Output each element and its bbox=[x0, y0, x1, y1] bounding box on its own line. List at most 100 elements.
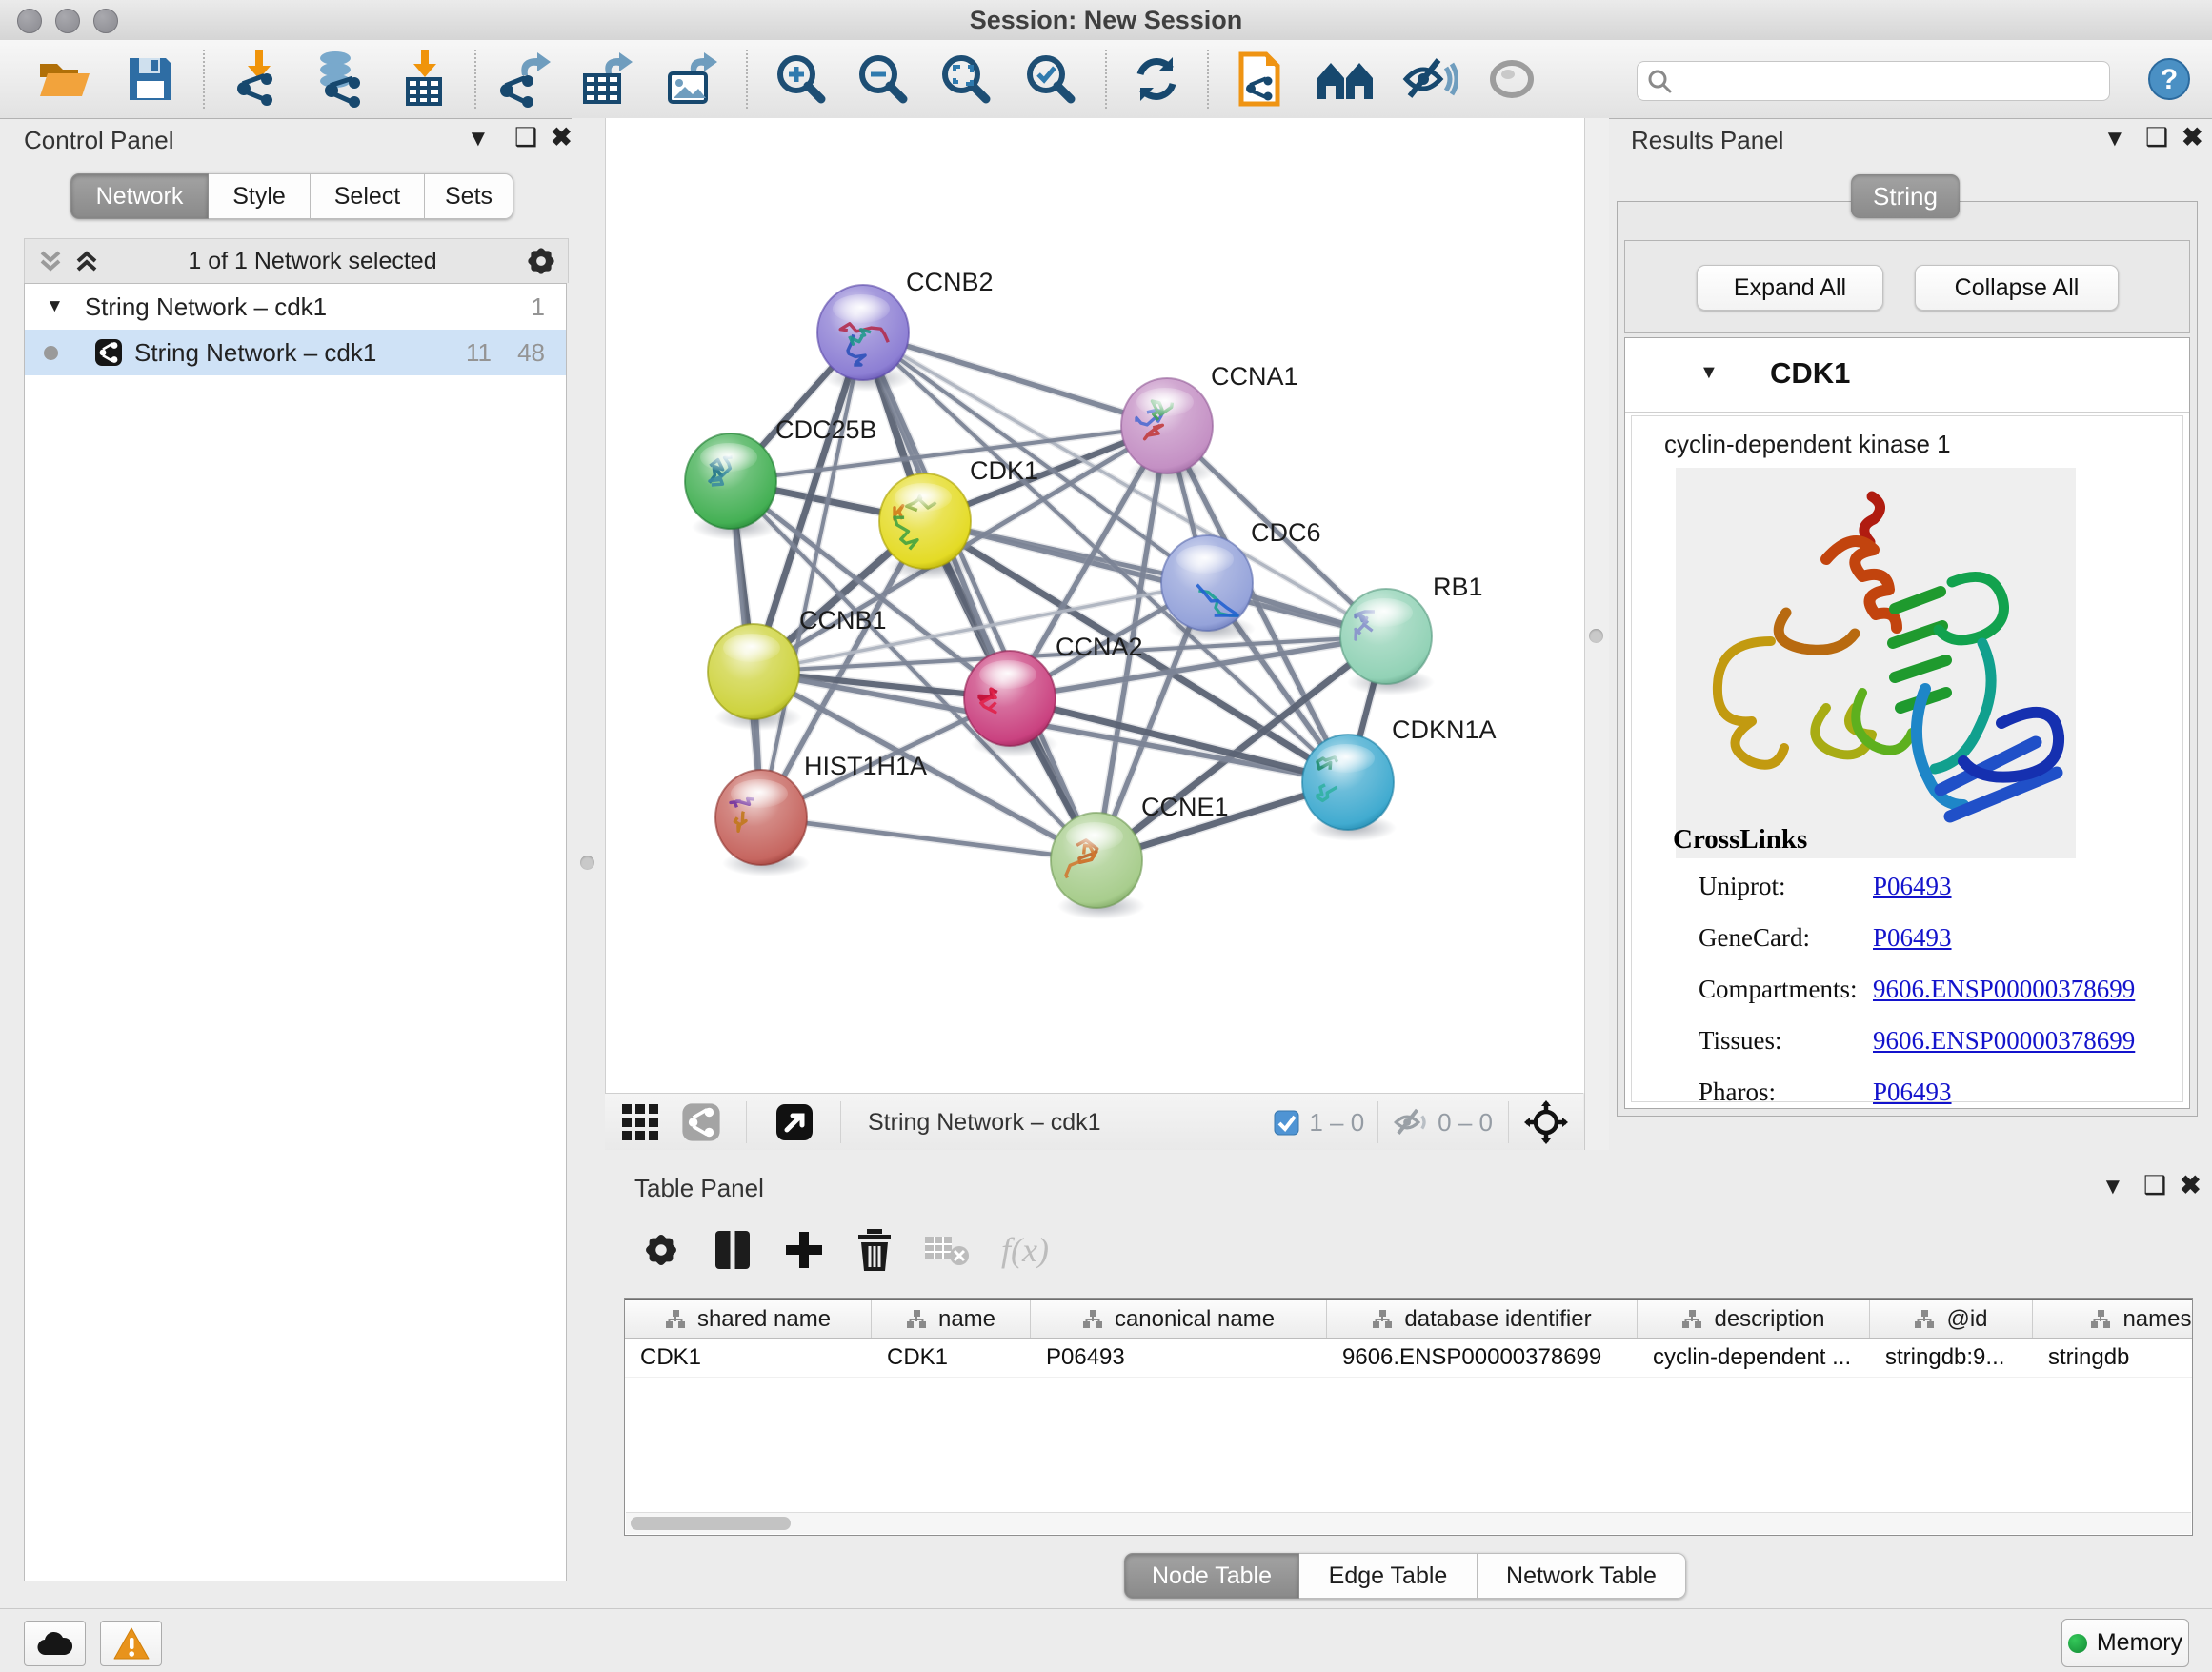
tab-network[interactable]: Network bbox=[70, 173, 209, 219]
table-panel-collapse-icon[interactable]: ▼ bbox=[2101, 1176, 2124, 1199]
right-splitter-grip[interactable] bbox=[1589, 629, 1603, 643]
table-cell[interactable]: CDK1 bbox=[872, 1339, 1031, 1377]
control-panel-collapse-icon[interactable]: ▼ bbox=[467, 128, 490, 151]
table-cell[interactable]: 9606.ENSP00000378699 bbox=[1327, 1339, 1638, 1377]
left-splitter-grip[interactable] bbox=[580, 856, 594, 870]
warnings-button[interactable] bbox=[100, 1621, 162, 1666]
table-cell[interactable]: P06493 bbox=[1031, 1339, 1327, 1377]
crosslink-value[interactable]: P06493 bbox=[1873, 923, 1952, 953]
cloud-button[interactable] bbox=[24, 1621, 86, 1666]
network-node[interactable]: CDKN1A bbox=[1302, 715, 1497, 841]
export-table-button[interactable] bbox=[575, 50, 636, 109]
network-node[interactable]: CDC6 bbox=[1161, 518, 1321, 642]
tab-style[interactable]: Style bbox=[209, 173, 311, 219]
network-collection-row[interactable]: ▼ String Network – cdk1 1 bbox=[25, 284, 566, 330]
search-field[interactable] bbox=[1637, 61, 2110, 101]
birds-eye-view-icon[interactable] bbox=[620, 1102, 660, 1142]
network-share-icon-gray[interactable] bbox=[681, 1102, 721, 1142]
tab-sets[interactable]: Sets bbox=[425, 173, 513, 219]
network-from-file-button[interactable] bbox=[1230, 50, 1291, 109]
open-session-button[interactable] bbox=[33, 50, 94, 109]
collapse-all-networks-icon[interactable] bbox=[36, 247, 65, 275]
network-edge[interactable] bbox=[761, 817, 1096, 860]
help-button[interactable]: ? bbox=[2139, 50, 2200, 109]
node-label: CCNA2 bbox=[1056, 633, 1143, 661]
show-graphics-details-button[interactable] bbox=[1481, 50, 1542, 109]
table-panel-float-icon[interactable]: ❑ bbox=[2143, 1174, 2166, 1197]
network-node[interactable]: HIST1H1A bbox=[715, 752, 927, 876]
column-type-icon bbox=[1681, 1309, 1702, 1330]
network-node[interactable]: CCNA1 bbox=[1121, 362, 1298, 485]
results-panel-collapse-icon[interactable]: ▼ bbox=[2103, 128, 2126, 151]
table-row[interactable]: CDK1CDK1P064939606.ENSP00000378699cyclin… bbox=[625, 1339, 2192, 1378]
crosslink-value[interactable]: P06493 bbox=[1873, 872, 1952, 901]
column-header-database-identifier[interactable]: database identifier bbox=[1327, 1300, 1638, 1338]
zoom-out-button[interactable] bbox=[853, 50, 914, 109]
gene-collapse-icon[interactable]: ▼ bbox=[1699, 362, 1719, 384]
results-panel-close-icon[interactable]: ✖ bbox=[2182, 126, 2203, 149]
network-options-gear-icon[interactable] bbox=[524, 244, 558, 278]
select-columns-icon[interactable] bbox=[714, 1229, 752, 1271]
table-panel-close-icon[interactable]: ✖ bbox=[2180, 1174, 2202, 1197]
zoom-in-button[interactable] bbox=[771, 50, 832, 109]
network-node[interactable]: CCNB2 bbox=[817, 268, 994, 392]
table-cell[interactable]: CDK1 bbox=[625, 1339, 872, 1377]
column-header-namespace[interactable]: namespace bbox=[2033, 1300, 2193, 1338]
table-horizontal-scrollbar[interactable] bbox=[626, 1512, 2191, 1534]
search-input[interactable] bbox=[1679, 67, 2100, 95]
expand-all-button[interactable]: Expand All bbox=[1697, 265, 1883, 311]
tab-network-table[interactable]: Network Table bbox=[1478, 1553, 1686, 1599]
import-network-from-database-button[interactable] bbox=[309, 50, 370, 109]
memory-button[interactable]: Memory bbox=[2061, 1619, 2189, 1667]
network-view-canvas[interactable]: CCNB2CCNA1CDC25BCDK1CDC6RB1CCNB1CCNA2CDK… bbox=[605, 118, 1585, 1093]
control-panel-close-icon[interactable]: ✖ bbox=[551, 126, 573, 149]
left-splitter[interactable] bbox=[572, 118, 605, 1150]
import-table-button[interactable] bbox=[394, 50, 455, 109]
crosslink-value[interactable]: P06493 bbox=[1873, 1078, 1952, 1107]
export-image-button[interactable] bbox=[660, 50, 721, 109]
tab-edge-table[interactable]: Edge Table bbox=[1299, 1553, 1478, 1599]
selected-checkbox-icon[interactable] bbox=[1274, 1110, 1299, 1136]
table-settings-gear-icon[interactable] bbox=[641, 1230, 681, 1270]
toolbar-separator bbox=[1105, 50, 1107, 109]
column-header-shared-name[interactable]: shared name bbox=[625, 1300, 872, 1338]
node-table[interactable]: shared namenamecanonical namedatabase id… bbox=[624, 1298, 2193, 1536]
column-header-description[interactable]: description bbox=[1638, 1300, 1870, 1338]
crosslink-value[interactable]: 9606.ENSP00000378699 bbox=[1873, 975, 2135, 1004]
scrollbar-thumb[interactable] bbox=[631, 1517, 791, 1530]
column-header--id[interactable]: @id bbox=[1870, 1300, 2033, 1338]
tab-select[interactable]: Select bbox=[311, 173, 425, 219]
network-edge[interactable] bbox=[863, 332, 1096, 860]
export-network-button[interactable] bbox=[493, 50, 554, 109]
collection-expand-icon[interactable]: ▼ bbox=[46, 296, 64, 317]
save-session-button[interactable] bbox=[120, 50, 181, 109]
zoom-selected-button[interactable] bbox=[1020, 50, 1081, 109]
collapse-all-button[interactable]: Collapse All bbox=[1915, 265, 2119, 311]
home-button[interactable] bbox=[1315, 50, 1376, 109]
table-cell[interactable]: cyclin-dependent ... bbox=[1638, 1339, 1870, 1377]
cloud-icon bbox=[36, 1630, 74, 1657]
right-splitter[interactable] bbox=[1584, 118, 1609, 1150]
network-row-selected[interactable]: String Network – cdk1 11 48 bbox=[25, 330, 566, 375]
gene-header-row[interactable]: ▼ CDK1 bbox=[1625, 339, 2189, 413]
open-external-icon[interactable] bbox=[775, 1103, 814, 1141]
table-cell[interactable]: stringdb:9... bbox=[1870, 1339, 2033, 1377]
column-header-name[interactable]: name bbox=[872, 1300, 1031, 1338]
hide-graphics-details-button[interactable] bbox=[1398, 50, 1459, 109]
table-cell[interactable]: stringdb bbox=[2033, 1339, 2193, 1377]
tab-node-table[interactable]: Node Table bbox=[1124, 1553, 1299, 1599]
control-panel-float-icon[interactable]: ❑ bbox=[514, 126, 537, 149]
delete-column-trash-icon[interactable] bbox=[856, 1229, 893, 1271]
expand-all-networks-icon[interactable] bbox=[72, 247, 101, 275]
column-header-canonical-name[interactable]: canonical name bbox=[1031, 1300, 1327, 1338]
refresh-layout-button[interactable] bbox=[1126, 50, 1187, 109]
add-column-icon[interactable] bbox=[784, 1230, 824, 1270]
network-view-title: String Network – cdk1 bbox=[868, 1109, 1101, 1137]
import-network-button[interactable] bbox=[229, 50, 290, 109]
tab-string[interactable]: String bbox=[1851, 174, 1960, 218]
crosslink-value[interactable]: 9606.ENSP00000378699 bbox=[1873, 1026, 2135, 1056]
results-panel-float-icon[interactable]: ❑ bbox=[2145, 126, 2168, 149]
fit-selected-crosshair-icon[interactable] bbox=[1524, 1100, 1568, 1144]
zoom-fit-button[interactable] bbox=[935, 50, 996, 109]
network-node[interactable]: RB1 bbox=[1340, 573, 1483, 695]
